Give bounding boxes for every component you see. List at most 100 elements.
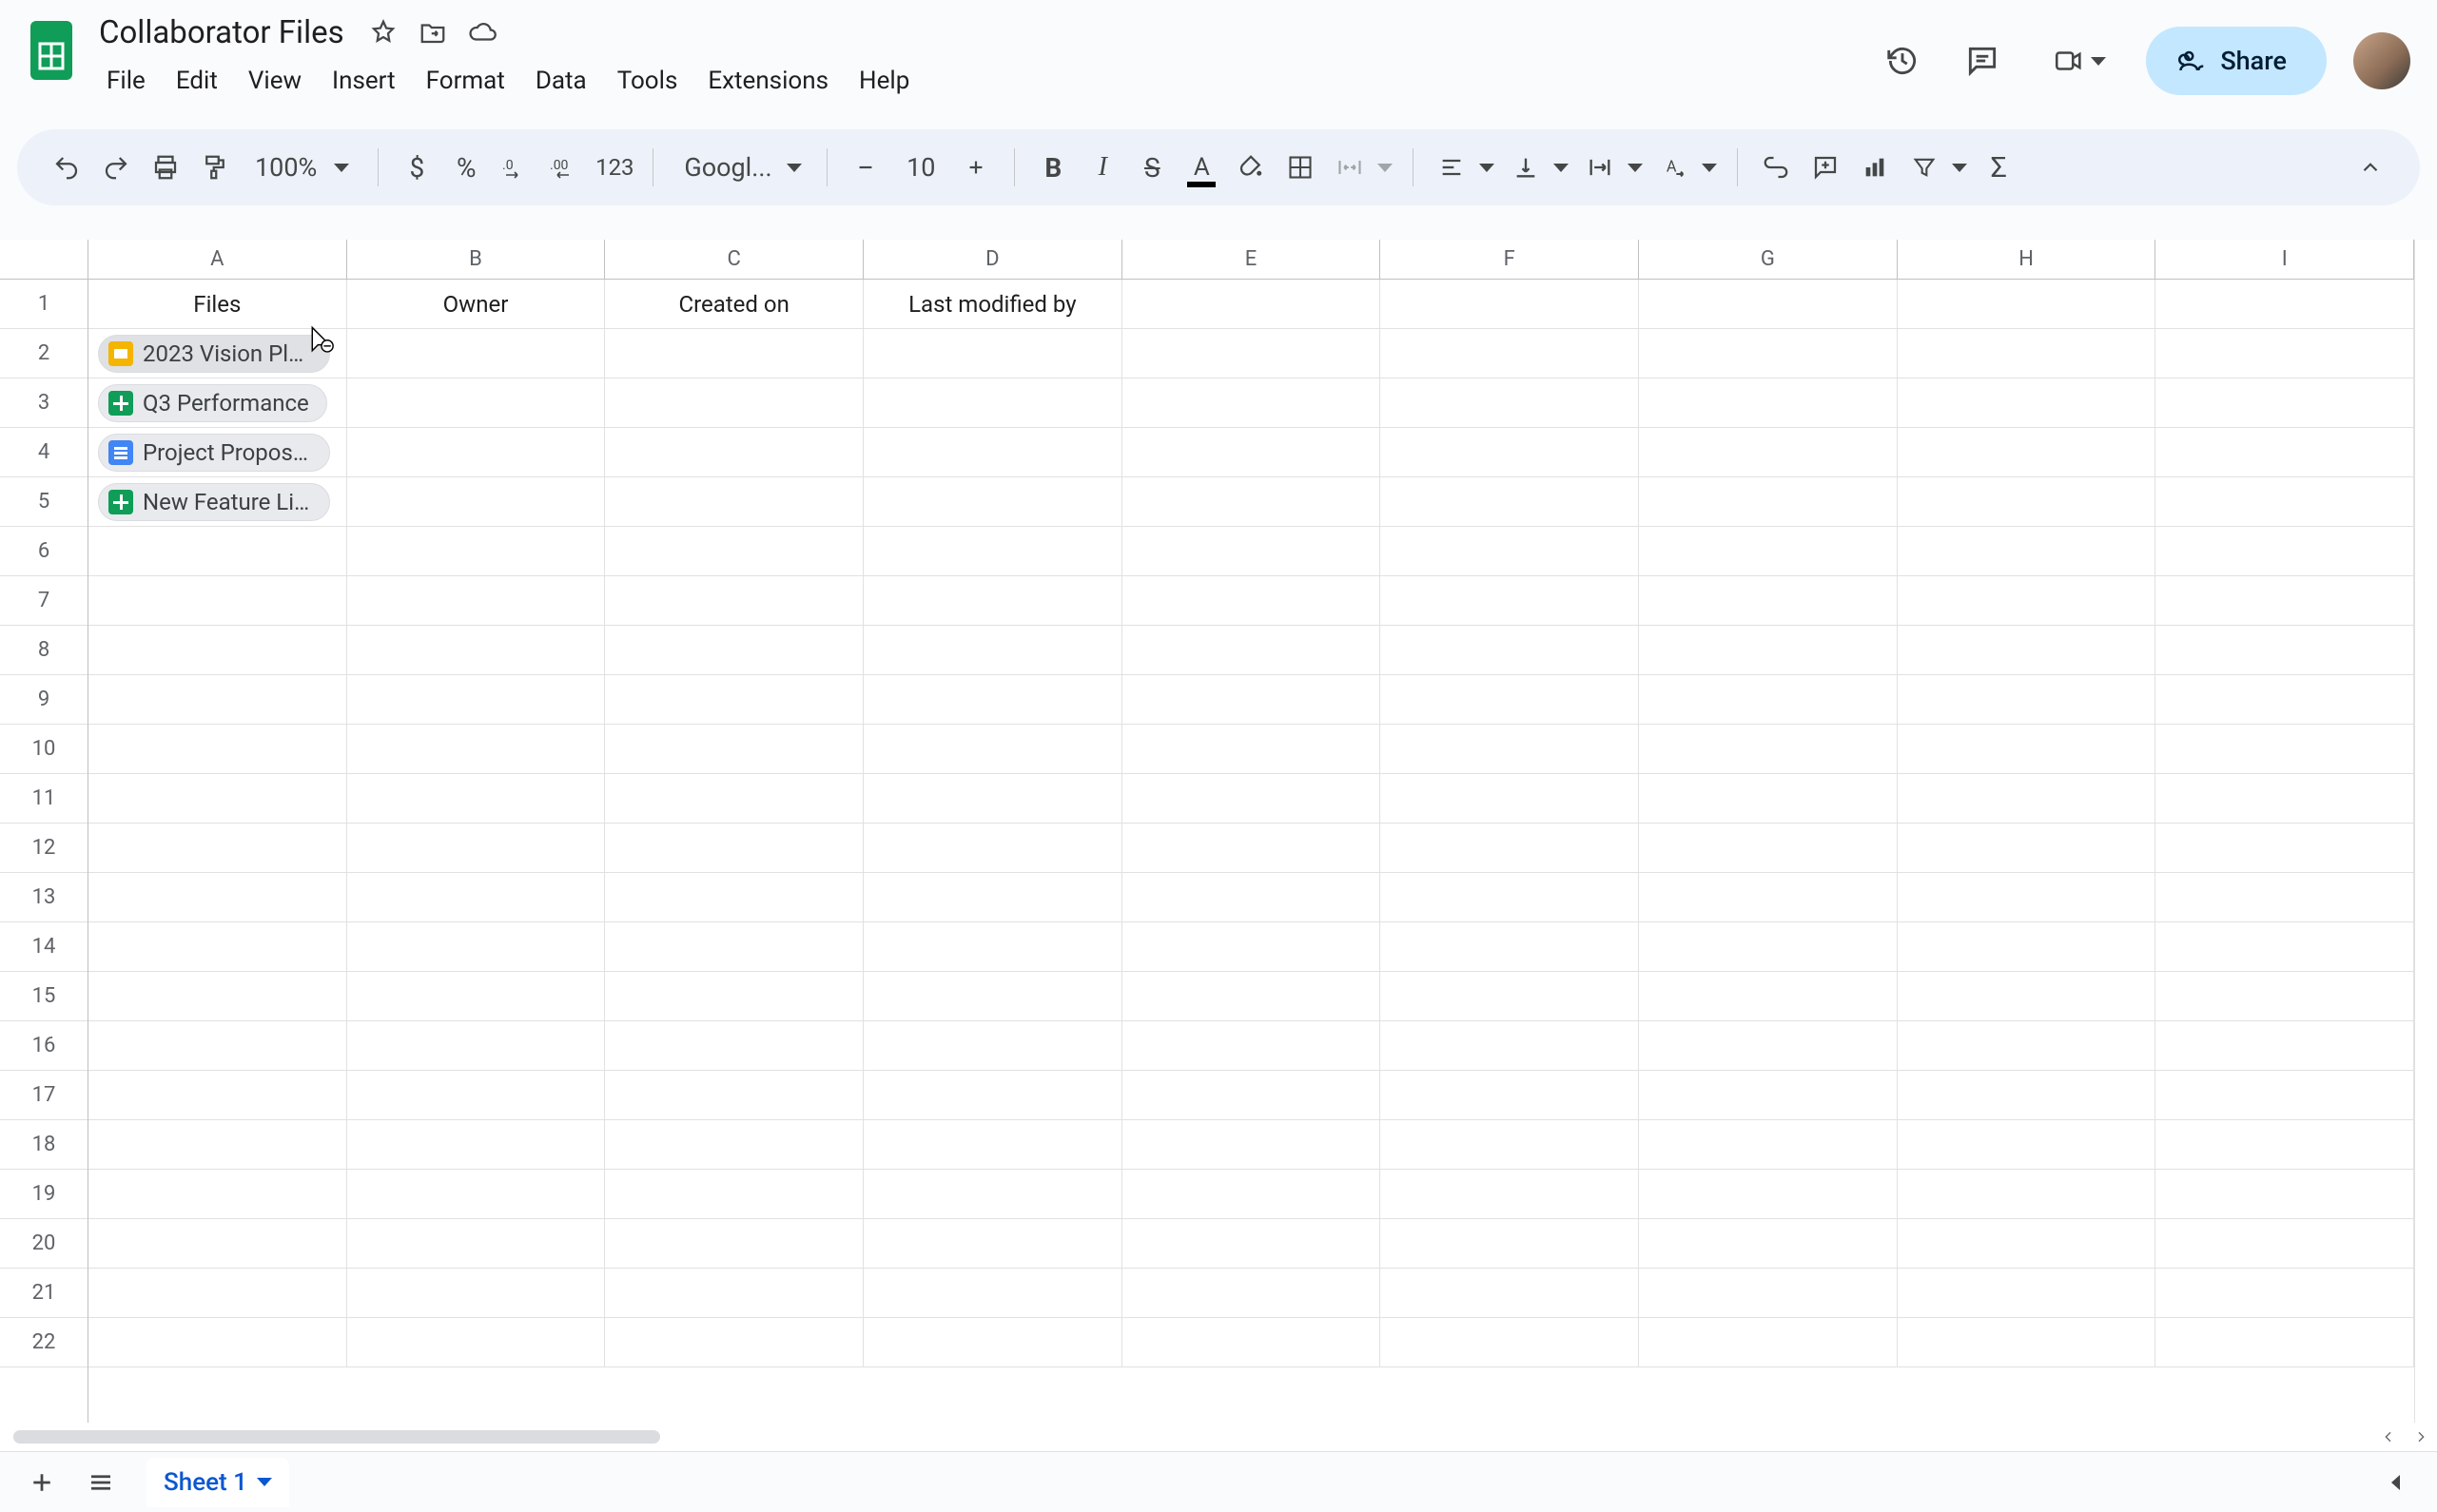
- cell-C4[interactable]: [605, 428, 864, 477]
- cell-F17[interactable]: [1380, 1071, 1639, 1120]
- cell-I16[interactable]: [2155, 1021, 2414, 1071]
- cell-C2[interactable]: [605, 329, 864, 378]
- all-sheets-button[interactable]: [76, 1458, 126, 1507]
- cell-H3[interactable]: [1898, 378, 2156, 428]
- cell-E16[interactable]: [1122, 1021, 1381, 1071]
- text-rotation-button[interactable]: A: [1651, 145, 1697, 190]
- cell-E22[interactable]: [1122, 1318, 1381, 1367]
- cell-G18[interactable]: [1639, 1120, 1898, 1170]
- cell-B20[interactable]: [347, 1219, 606, 1269]
- cell-H4[interactable]: [1898, 428, 2156, 477]
- row-header-6[interactable]: 6: [0, 527, 88, 576]
- cell-A4[interactable]: Project Proposa...: [88, 428, 347, 477]
- cell-F8[interactable]: [1380, 626, 1639, 675]
- cell-F4[interactable]: [1380, 428, 1639, 477]
- menu-help[interactable]: Help: [846, 61, 923, 101]
- cell-B17[interactable]: [347, 1071, 606, 1120]
- row-header-2[interactable]: 2: [0, 329, 88, 378]
- cell-A20[interactable]: [88, 1219, 347, 1269]
- cell-G12[interactable]: [1639, 824, 1898, 873]
- scroll-right-button[interactable]: [2405, 1423, 2437, 1451]
- cell-H8[interactable]: [1898, 626, 2156, 675]
- cell-I3[interactable]: [2155, 378, 2414, 428]
- cell-E13[interactable]: [1122, 873, 1381, 922]
- cell-G1[interactable]: [1639, 280, 1898, 329]
- cell-C17[interactable]: [605, 1071, 864, 1120]
- meet-button[interactable]: [2036, 34, 2119, 87]
- cell-A19[interactable]: [88, 1170, 347, 1219]
- cell-F2[interactable]: [1380, 329, 1639, 378]
- cell-B21[interactable]: [347, 1269, 606, 1318]
- cell-E6[interactable]: [1122, 527, 1381, 576]
- cell-I2[interactable]: [2155, 329, 2414, 378]
- cell-A15[interactable]: [88, 972, 347, 1021]
- cell-D15[interactable]: [864, 972, 1122, 1021]
- cell-C3[interactable]: [605, 378, 864, 428]
- history-icon[interactable]: [1876, 34, 1929, 87]
- cell-D10[interactable]: [864, 725, 1122, 774]
- cell-F9[interactable]: [1380, 675, 1639, 725]
- cell-G15[interactable]: [1639, 972, 1898, 1021]
- cell-G4[interactable]: [1639, 428, 1898, 477]
- cell-I6[interactable]: [2155, 527, 2414, 576]
- cell-A9[interactable]: [88, 675, 347, 725]
- cell-I9[interactable]: [2155, 675, 2414, 725]
- account-avatar[interactable]: [2353, 32, 2410, 89]
- borders-button[interactable]: [1277, 145, 1323, 190]
- font-dropdown[interactable]: Googl...: [669, 152, 811, 183]
- row-header-3[interactable]: 3: [0, 378, 88, 428]
- cell-A14[interactable]: [88, 922, 347, 972]
- cell-B4[interactable]: [347, 428, 606, 477]
- cell-G22[interactable]: [1639, 1318, 1898, 1367]
- cell-B2[interactable]: [347, 329, 606, 378]
- cell-I8[interactable]: [2155, 626, 2414, 675]
- font-size-input[interactable]: 10: [900, 152, 942, 183]
- cell-I7[interactable]: [2155, 576, 2414, 626]
- cell-F13[interactable]: [1380, 873, 1639, 922]
- sheets-logo[interactable]: [27, 17, 76, 84]
- cell-E1[interactable]: [1122, 280, 1381, 329]
- cell-C19[interactable]: [605, 1170, 864, 1219]
- cell-E11[interactable]: [1122, 774, 1381, 824]
- cell-H21[interactable]: [1898, 1269, 2156, 1318]
- print-button[interactable]: [143, 145, 188, 190]
- cell-A8[interactable]: [88, 626, 347, 675]
- text-color-button[interactable]: A: [1179, 145, 1224, 190]
- cell-F11[interactable]: [1380, 774, 1639, 824]
- cell-D13[interactable]: [864, 873, 1122, 922]
- halign-dropdown[interactable]: [1474, 145, 1499, 190]
- column-header-E[interactable]: E: [1122, 240, 1381, 279]
- cell-H19[interactable]: [1898, 1170, 2156, 1219]
- cell-H20[interactable]: [1898, 1219, 2156, 1269]
- bold-button[interactable]: B: [1030, 145, 1076, 190]
- cell-C1[interactable]: Created on: [605, 280, 864, 329]
- cell-G20[interactable]: [1639, 1219, 1898, 1269]
- cell-E12[interactable]: [1122, 824, 1381, 873]
- cell-G21[interactable]: [1639, 1269, 1898, 1318]
- sheet-tab[interactable]: Sheet 1: [146, 1458, 289, 1507]
- menu-insert[interactable]: Insert: [319, 61, 409, 101]
- cell-D12[interactable]: [864, 824, 1122, 873]
- cell-C11[interactable]: [605, 774, 864, 824]
- vertical-scrollbar[interactable]: [2414, 240, 2437, 1423]
- cell-A5[interactable]: New Feature List: [88, 477, 347, 527]
- cell-A18[interactable]: [88, 1120, 347, 1170]
- row-header-20[interactable]: 20: [0, 1219, 88, 1269]
- cell-D6[interactable]: [864, 527, 1122, 576]
- comments-icon[interactable]: [1956, 34, 2009, 87]
- cell-D14[interactable]: [864, 922, 1122, 972]
- column-header-G[interactable]: G: [1639, 240, 1898, 279]
- cell-C20[interactable]: [605, 1219, 864, 1269]
- row-header-19[interactable]: 19: [0, 1170, 88, 1219]
- cell-I15[interactable]: [2155, 972, 2414, 1021]
- cell-B11[interactable]: [347, 774, 606, 824]
- filter-button[interactable]: [1901, 145, 1947, 190]
- cell-H10[interactable]: [1898, 725, 2156, 774]
- move-icon[interactable]: [417, 16, 449, 48]
- menu-file[interactable]: File: [93, 61, 159, 101]
- cell-B5[interactable]: [347, 477, 606, 527]
- cell-F21[interactable]: [1380, 1269, 1639, 1318]
- cell-F10[interactable]: [1380, 725, 1639, 774]
- horizontal-align-button[interactable]: [1429, 145, 1474, 190]
- cell-A13[interactable]: [88, 873, 347, 922]
